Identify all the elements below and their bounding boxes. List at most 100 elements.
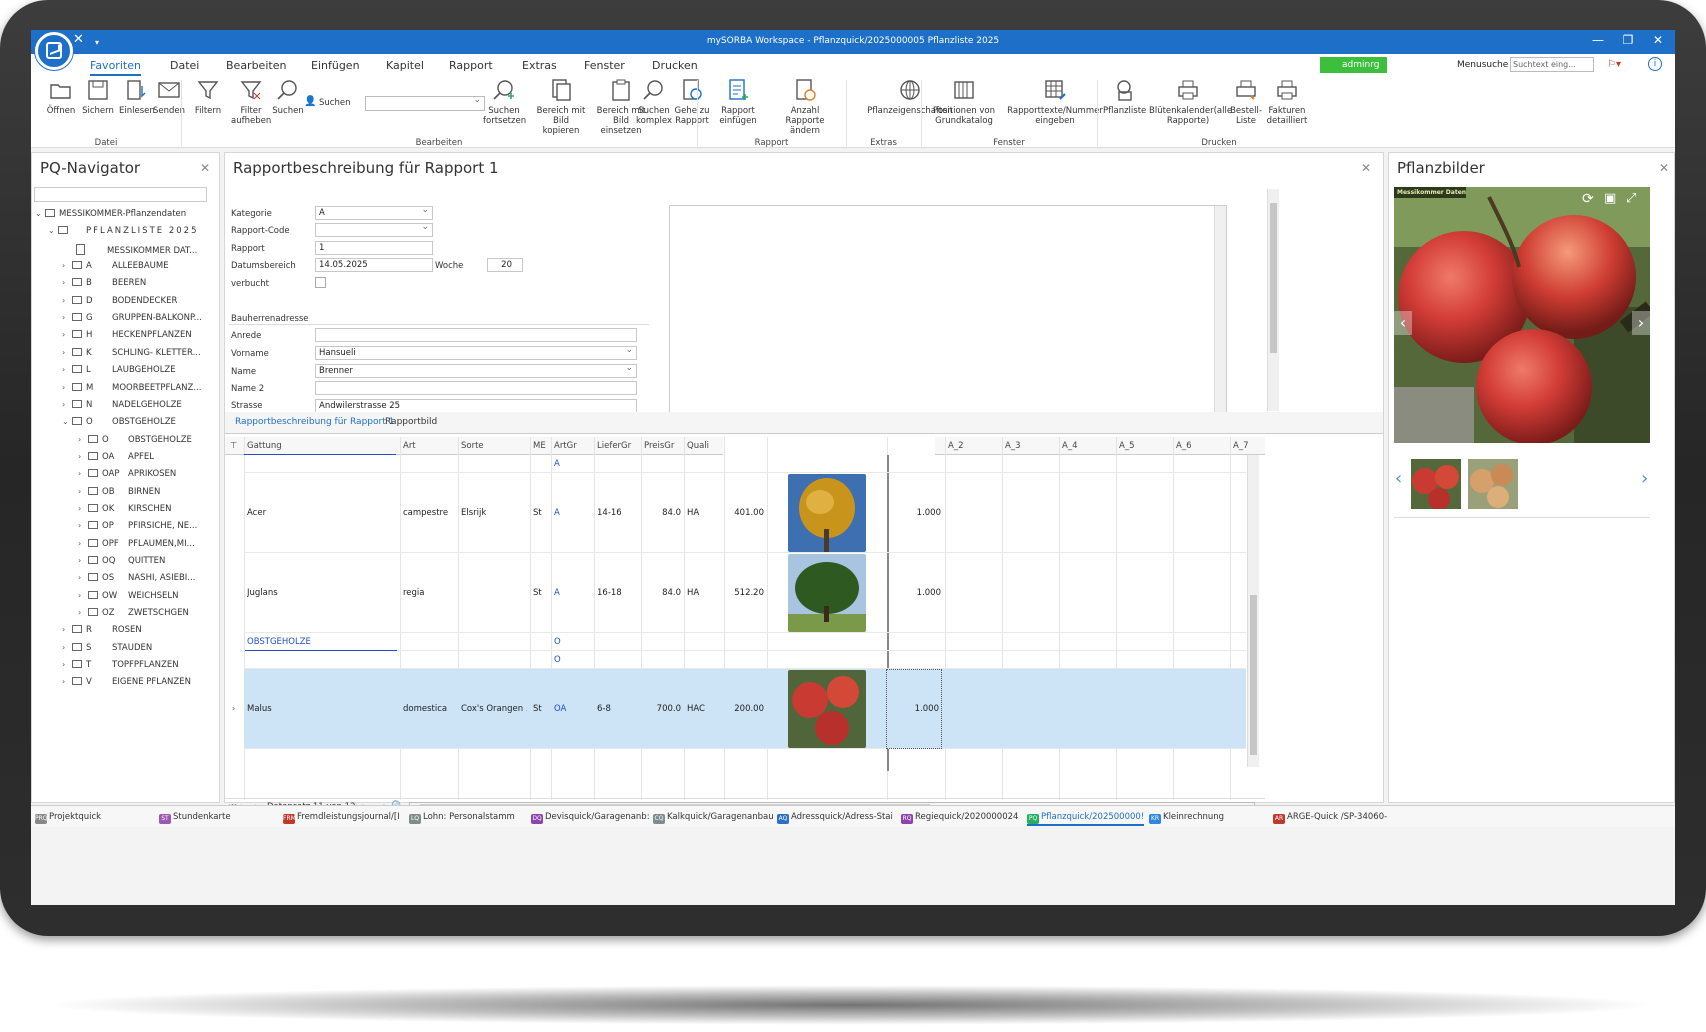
ribbon-button-count-reports[interactable]: Anzahl Rapporte ändern — [774, 78, 836, 136]
collapse-icon[interactable]: ⌄ — [62, 417, 72, 426]
rotate-icon[interactable]: ⟳ — [1582, 191, 1594, 207]
column-header[interactable]: ME — [533, 441, 546, 451]
tree-item-n[interactable]: › N NADELGEHÖLZE — [62, 399, 217, 414]
tree-item-ob[interactable]: › OB BIRNEN — [78, 486, 217, 501]
expand-icon[interactable]: › — [62, 400, 72, 409]
column-header[interactable]: A_3 — [1005, 441, 1020, 451]
tree-item-h[interactable]: › H HECKENPFLANZEN — [62, 330, 217, 344]
expand-icon[interactable]: › — [62, 348, 72, 357]
cell-artgr[interactable]: OA — [554, 704, 591, 714]
app-logo-icon[interactable] — [35, 32, 73, 70]
expand-photo-icon[interactable]: ⤢ — [1626, 191, 1636, 206]
column-header[interactable]: Quali — [687, 441, 709, 451]
cell-preisgr[interactable]: 84.0 — [644, 588, 681, 598]
menu-bearbeiten[interactable]: Bearbeiten — [226, 59, 286, 72]
restore-icon[interactable]: ❐ — [1613, 33, 1643, 47]
user-badge[interactable]: adminrg — [1320, 57, 1387, 73]
ribbon-button-insert-report[interactable]: Rapport einfügen — [719, 78, 757, 126]
cell-artgr[interactable]: A — [554, 508, 591, 518]
anrede-input[interactable] — [315, 328, 637, 342]
grid-vscrollbar[interactable] — [1247, 455, 1259, 767]
info-icon[interactable]: i — [1648, 57, 1662, 71]
column-header[interactable]: Gattung — [247, 441, 282, 451]
ribbon-button-catalog[interactable]: Positionen von Grundkatalog — [931, 78, 997, 126]
table-row[interactable]: OBSTGEHÖLZE O — [244, 633, 1246, 651]
expand-icon[interactable]: › — [62, 261, 72, 270]
cell-gattung[interactable]: Acer — [247, 508, 397, 518]
ribbon-button-search-complex[interactable]: Suchen komplex — [636, 78, 672, 126]
expand-icon[interactable]: › — [62, 625, 72, 634]
save-photo-icon[interactable]: ▣ — [1604, 191, 1616, 206]
cell-quali[interactable]: HA — [687, 588, 721, 598]
photo-next-icon[interactable]: › — [1632, 311, 1650, 335]
tree-item-oa[interactable]: › OA ÄPFEL — [78, 451, 217, 466]
form-scroll-thumb[interactable] — [1270, 203, 1277, 353]
cell-preisgr[interactable]: 84.0 — [644, 508, 681, 518]
cell-gattung[interactable]: Malus — [247, 704, 397, 714]
ribbon-search-input[interactable] — [365, 95, 485, 111]
tree-item-ow[interactable]: › OW WEICHSELN — [78, 590, 217, 605]
tree-item-o[interactable]: › O OBSTGEHÖLZE — [78, 434, 217, 449]
cell-sorte[interactable]: Cox's Orangen ... — [461, 704, 527, 714]
tree-item-os[interactable]: › OS NASHI, ASIEBI... — [78, 573, 217, 587]
cell-artgr[interactable]: A — [554, 459, 591, 469]
ribbon-button-save[interactable]: Sichern — [81, 78, 115, 116]
cell-sorte[interactable]: Elsrijk — [461, 508, 527, 518]
expand-icon[interactable]: › — [62, 677, 72, 686]
expand-icon[interactable]: › — [78, 539, 88, 548]
tree-item-opf[interactable]: › OPF PFLAUMEN,MI... — [78, 538, 217, 553]
tree-item-a[interactable]: › A ALLEEBÄUME — [62, 261, 217, 275]
column-header[interactable]: A_6 — [1176, 441, 1191, 451]
menu-rapport[interactable]: Rapport — [449, 59, 493, 72]
memo-scrollbar[interactable] — [1214, 206, 1226, 412]
expand-icon[interactable]: › — [78, 521, 88, 530]
thumbnail-1[interactable] — [1411, 459, 1461, 509]
menu-extras[interactable]: Extras — [522, 59, 557, 72]
column-header[interactable]: ArtGr — [554, 441, 577, 451]
ribbon-button-plant-list[interactable]: Pflanzliste — [1103, 78, 1146, 116]
ribbon-button-import[interactable]: Einlesen — [119, 78, 155, 116]
minimize-icon[interactable]: — — [1583, 33, 1613, 47]
cell-gattung[interactable]: OBSTGEHÖLZE — [247, 637, 397, 647]
tree-item-d[interactable]: › D BODENDECKER — [62, 295, 217, 310]
taskbar-item-kr[interactable]: KR Kleinrechnung — [1149, 812, 1224, 824]
ribbon-button-folder-open[interactable]: Öffnen — [45, 78, 77, 116]
datum-input[interactable]: 14.05.2025 — [315, 258, 433, 272]
verbucht-checkbox[interactable] — [315, 277, 326, 288]
table-row[interactable]: Acer campestre Elsrijk St A 14-16 84.0 HA 401.00… — [244, 473, 1246, 553]
ribbon-button-goto-report[interactable]: Gehe zu Rapport — [672, 78, 712, 126]
cell-quantity[interactable]: 1.000 — [887, 588, 941, 598]
kategorie-select[interactable]: A — [315, 205, 433, 220]
grid-vscroll-thumb[interactable] — [1250, 595, 1257, 755]
expand-icon[interactable]: › — [62, 660, 72, 669]
column-header[interactable]: Sorte — [461, 441, 484, 451]
cell-quantity[interactable]: 1.000 — [886, 669, 942, 749]
ribbon-button-printer[interactable]: Blütenkalender(alle Rapporte) — [1149, 78, 1232, 126]
rapport-input[interactable]: 1 — [315, 241, 433, 255]
cell-artgr[interactable]: O — [554, 655, 591, 665]
tree-item-op[interactable]: › OP PFIRSICHE, NE... — [78, 521, 217, 535]
tree-item-l[interactable]: › L LAUBGEHÖLZE — [62, 365, 217, 379]
menu-einfuegen[interactable]: Einfügen — [311, 59, 360, 72]
column-header[interactable]: A_4 — [1062, 441, 1077, 451]
ribbon-button-text-number[interactable]: Rapporttexte/Nummer eingeben — [1007, 78, 1103, 126]
expand-icon[interactable]: › — [62, 313, 72, 322]
plant-thumbnail[interactable] — [788, 670, 866, 748]
tree-item-r[interactable]: › R ROSEN — [62, 625, 217, 639]
taskbar-item-lq[interactable]: LQ Lohn: Personalstamm — [409, 812, 515, 824]
column-header[interactable]: Art — [403, 441, 416, 451]
taskbar-item-cq[interactable]: CQ Kalkquick/Garagenanbau — [653, 812, 774, 824]
tree-item-m[interactable]: › M MOORBEETPFLANZ... — [62, 382, 217, 397]
expand-icon[interactable]: › — [78, 452, 88, 461]
expand-icon[interactable]: › — [78, 469, 88, 478]
cell-art[interactable]: regia — [403, 588, 455, 598]
cell-gattung[interactable]: Juglans — [247, 588, 397, 598]
expand-icon[interactable]: › — [78, 591, 88, 600]
expand-icon[interactable]: › — [62, 383, 72, 392]
column-header[interactable]: A_2 — [948, 441, 963, 451]
ribbon-button-copy[interactable]: Bereich mit Bild kopieren — [535, 78, 587, 136]
cell-artgr[interactable]: O — [554, 637, 591, 647]
tree-item-k[interactable]: › K SCHLING- KLETTER... — [62, 347, 217, 362]
tree-item-oq[interactable]: › OQ QUITTEN — [78, 556, 217, 570]
thumbs-next-icon[interactable]: › — [1641, 468, 1648, 489]
